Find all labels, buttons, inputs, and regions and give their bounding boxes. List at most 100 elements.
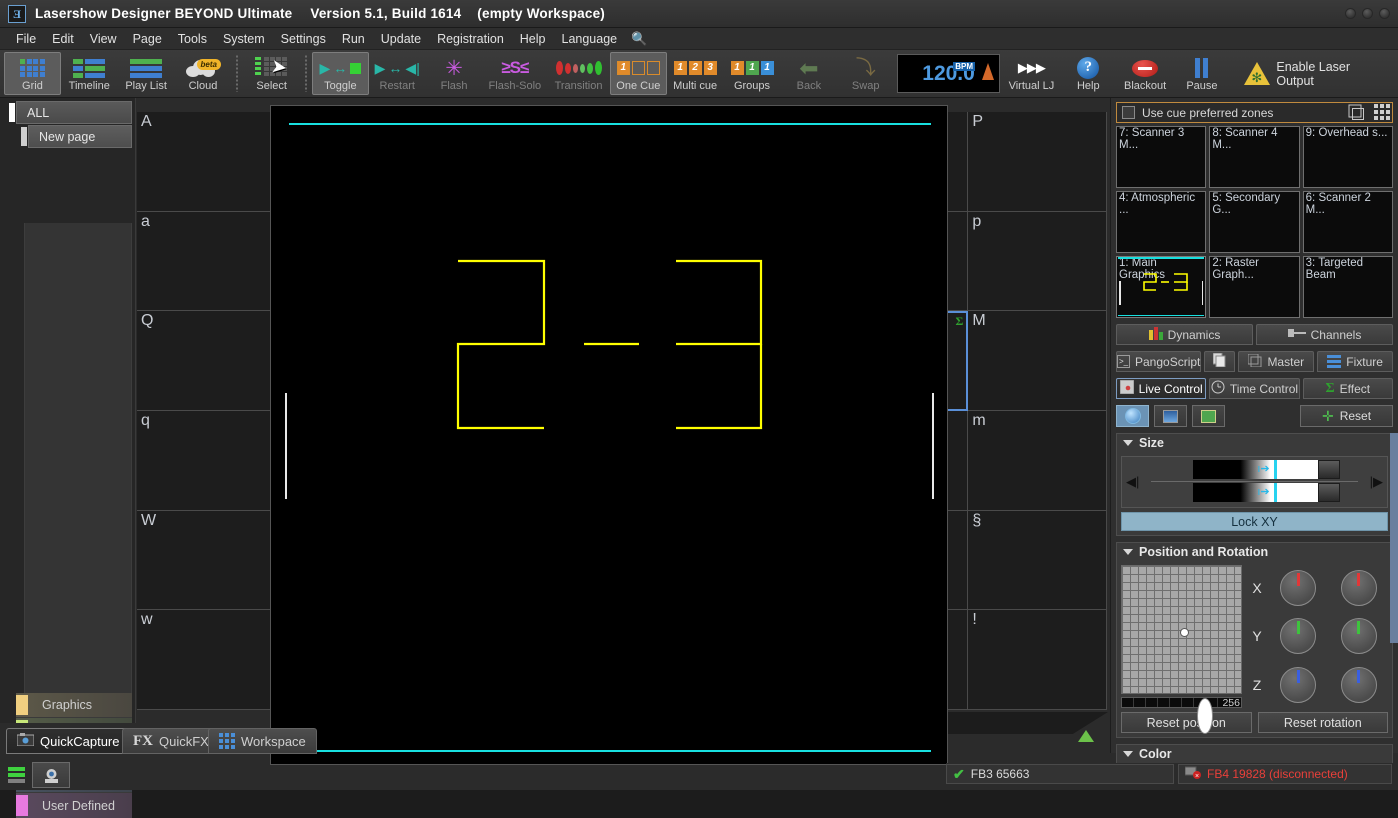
zone-cell-6[interactable]: 6: Scanner 2 M...	[1303, 191, 1393, 253]
toolbar-cloud-button[interactable]: beta Cloud	[175, 52, 232, 95]
tab-effect[interactable]: Σ Effect	[1303, 378, 1393, 399]
toolbar-toggle-button[interactable]: ▶↔ Toggle	[312, 52, 369, 95]
toolbar-select-button[interactable]: ➤ Select	[243, 52, 300, 95]
menu-file[interactable]: File	[8, 30, 44, 48]
tab-pangoscript[interactable]: >_ PangoScript	[1116, 351, 1201, 372]
menu-tools[interactable]: Tools	[170, 30, 215, 48]
size-slider-x-handle[interactable]	[1274, 460, 1277, 479]
position-pad[interactable]	[1121, 565, 1242, 694]
menu-system[interactable]: System	[215, 30, 273, 48]
size-slider-track[interactable]: ı➔ ı➔	[1143, 460, 1365, 504]
position-pad-slider[interactable]: 256	[1121, 697, 1242, 708]
toolbar-grid-button[interactable]: Grid	[4, 52, 61, 95]
zone-stack-icon[interactable]	[1346, 102, 1366, 122]
cue-cell-r2-c0[interactable]: Q	[137, 311, 276, 411]
menu-edit[interactable]: Edit	[44, 30, 82, 48]
size-min-button[interactable]: ◀|	[1126, 477, 1139, 487]
reset-position-button[interactable]: Reset position	[1121, 712, 1252, 733]
zone-cell-1[interactable]: 1: Main Graphics	[1116, 256, 1206, 318]
menu-page[interactable]: Page	[125, 30, 170, 48]
knob-rotation-x[interactable]	[1341, 570, 1377, 606]
menu-view[interactable]: View	[82, 30, 125, 48]
status-item-fb3[interactable]: ✔ FB3 65663	[946, 764, 1174, 784]
tab-dynamics[interactable]: Dynamics	[1116, 324, 1253, 345]
tab-time-control[interactable]: Time Control	[1209, 378, 1299, 399]
layers-mode-button[interactable]	[1192, 405, 1225, 427]
category-graphics[interactable]: Graphics	[16, 693, 132, 718]
zone-grid-icon[interactable]	[1372, 102, 1392, 122]
tab-workspace[interactable]: Workspace	[208, 728, 317, 754]
size-slider-y-handle[interactable]	[1274, 483, 1277, 502]
tab-channels[interactable]: Channels	[1256, 324, 1393, 345]
zone-cell-8[interactable]: 8: Scanner 4 M...	[1209, 126, 1299, 188]
use-cue-preferred-zones-checkbox[interactable]	[1122, 106, 1135, 119]
position-pad-slider-knob[interactable]	[1197, 698, 1213, 734]
toolbar-one-cue-button[interactable]: 1 One Cue	[610, 52, 667, 95]
zone-cell-5[interactable]: 5: Secondary G...	[1209, 191, 1299, 253]
toolbar-back-button[interactable]: ⬅ Back	[780, 52, 837, 95]
toolbar-playlist-button[interactable]: Play List	[118, 52, 175, 95]
capture-camera-button[interactable]	[32, 762, 70, 788]
cue-cell-r4-c6[interactable]: §	[968, 511, 1107, 611]
menu-language[interactable]: Language	[554, 30, 626, 48]
toolbar-flash-button[interactable]: ✳ Flash	[426, 52, 483, 95]
tab-quickcapture[interactable]: QuickCapture	[6, 728, 130, 754]
right-panel-scrollbar[interactable]	[1390, 433, 1398, 643]
reset-button[interactable]: ✛ Reset	[1300, 405, 1393, 427]
tab-live-control[interactable]: Live Control	[1116, 378, 1206, 399]
close-button[interactable]	[1379, 8, 1390, 19]
enable-laser-output-button[interactable]: Enable Laser Output	[1238, 52, 1394, 95]
size-group-header[interactable]: Size	[1117, 434, 1392, 452]
minimize-button[interactable]	[1345, 8, 1356, 19]
toolbar-blackout-button[interactable]: Blackout	[1117, 52, 1174, 95]
menu-registration[interactable]: Registration	[429, 30, 512, 48]
menu-settings[interactable]: Settings	[273, 30, 334, 48]
size-max-button[interactable]: |▶	[1370, 477, 1383, 487]
tab-quickfx[interactable]: FX QuickFX	[122, 728, 220, 754]
menu-update[interactable]: Update	[373, 30, 429, 48]
position-pad-handle[interactable]	[1181, 629, 1188, 636]
knob-position-x[interactable]	[1280, 570, 1316, 606]
zone-cell-2[interactable]: 2: Raster Graph...	[1209, 256, 1299, 318]
menu-run[interactable]: Run	[334, 30, 373, 48]
toolbar-restart-button[interactable]: ▶↔◀| Restart	[369, 52, 426, 95]
laser-preview[interactable]	[270, 105, 948, 765]
blue-square-mode-button[interactable]	[1154, 405, 1187, 427]
toolbar-flash-solo-button[interactable]: ≥S≤ Flash-Solo	[483, 52, 548, 95]
cue-cell-r4-c0[interactable]: W	[137, 511, 276, 611]
zone-cell-9[interactable]: 9: Overhead s...	[1303, 126, 1393, 188]
toolbar-swap-button[interactable]: ⤵ Swap	[837, 52, 894, 95]
page-item-all[interactable]: ALL	[16, 101, 132, 124]
position-rotation-header[interactable]: Position and Rotation	[1117, 543, 1392, 561]
zone-cell-4[interactable]: 4: Atmospheric ...	[1116, 191, 1206, 253]
cue-cell-r0-c0[interactable]: A	[137, 112, 276, 212]
toolbar-groups-button[interactable]: 111 Groups	[724, 52, 781, 95]
toolbar-transition-button[interactable]: Transition	[547, 52, 610, 95]
cue-cell-r3-c6[interactable]: m	[968, 411, 1107, 511]
zone-cell-3[interactable]: 3: Targeted Beam	[1303, 256, 1393, 318]
size-slider-y-block[interactable]	[1318, 483, 1340, 502]
tab-pages[interactable]	[1204, 351, 1235, 372]
knob-rotation-z[interactable]	[1341, 667, 1377, 703]
toolbar-virtual-lj-button[interactable]: ▶▶▶ Virtual LJ	[1003, 52, 1060, 95]
zone-cell-7[interactable]: 7: Scanner 3 M...	[1116, 126, 1206, 188]
maximize-button[interactable]	[1362, 8, 1373, 19]
cue-cell-r2-c6[interactable]: M	[968, 311, 1107, 411]
cue-cell-r5-c6[interactable]: !	[968, 610, 1107, 710]
toolbar-timeline-button[interactable]: Timeline	[61, 52, 118, 95]
cue-cell-r0-c6[interactable]: P	[968, 112, 1107, 212]
size-slider-x-block[interactable]	[1318, 460, 1340, 479]
color-group-header[interactable]: Color	[1117, 745, 1392, 763]
lock-xy-button[interactable]: Lock XY	[1121, 512, 1388, 531]
expand-up-icon[interactable]	[1078, 730, 1094, 742]
cue-cell-r5-c0[interactable]: w	[137, 610, 276, 710]
globe-mode-button[interactable]	[1116, 405, 1149, 427]
knob-position-y[interactable]	[1280, 618, 1316, 654]
tab-fixture[interactable]: Fixture	[1317, 351, 1393, 372]
cue-cell-r1-c6[interactable]: p	[968, 212, 1107, 312]
toolbar-help-button[interactable]: ? Help	[1060, 52, 1117, 95]
tab-master[interactable]: Master	[1238, 351, 1314, 372]
toolbar-multi-cue-button[interactable]: 123 Multi cue	[667, 52, 724, 95]
bpm-display[interactable]: 120.0 BPM	[897, 54, 1000, 93]
search-icon[interactable]: 🔍	[631, 31, 647, 47]
